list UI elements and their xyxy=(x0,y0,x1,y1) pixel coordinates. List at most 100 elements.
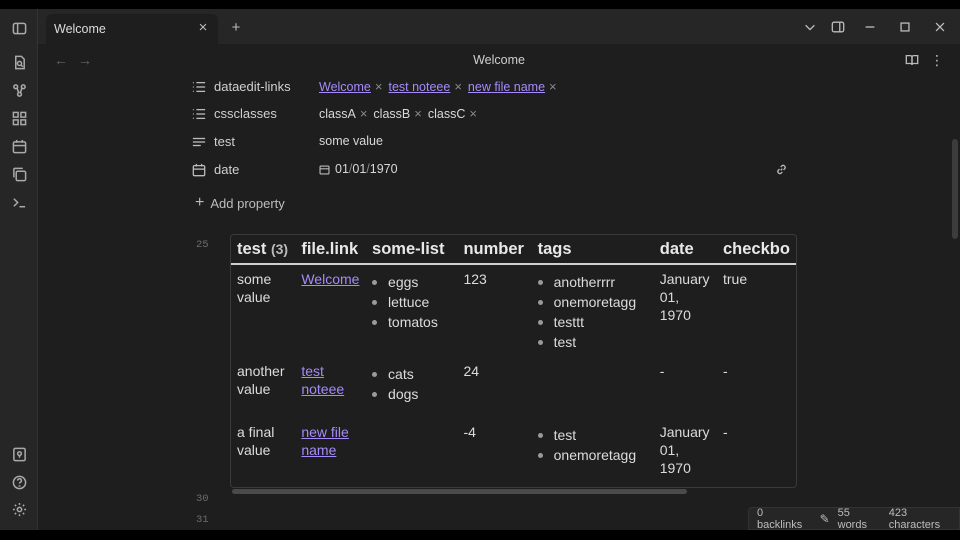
property-key[interactable]: test xyxy=(214,134,235,149)
list-item: anotherrrr xyxy=(537,272,648,292)
column-header-test[interactable]: test (3) xyxy=(231,235,296,265)
class-pill[interactable]: classA xyxy=(319,107,356,121)
remove-x-icon[interactable]: × xyxy=(414,106,422,121)
list-item: lettuce xyxy=(372,292,451,312)
column-header-tags[interactable]: tags xyxy=(531,235,654,265)
table-row: another value test noteee cats dogs 24 -… xyxy=(231,357,796,418)
cell-date: - xyxy=(659,363,665,379)
view-title: Welcome xyxy=(473,53,525,67)
tab-label: Welcome xyxy=(54,22,106,36)
add-property-button[interactable]: + Add property xyxy=(195,194,285,212)
calendar-icon[interactable] xyxy=(9,136,29,156)
chevron-down-icon[interactable] xyxy=(801,18,819,36)
left-ribbon xyxy=(0,9,38,530)
calendar-icon xyxy=(192,163,208,179)
table-row: a final value new file name -4 test onem… xyxy=(231,418,796,482)
dataview-table-container[interactable]: test (3) file.link some-list number tags… xyxy=(230,234,797,488)
table-row: some value Welcome eggs lettuce tomatos … xyxy=(231,264,796,357)
property-dataedit-links: dataedit-links Welcome × test noteee × new… xyxy=(192,75,792,101)
column-header-date[interactable]: date xyxy=(653,235,717,265)
date-day[interactable]: 01 xyxy=(352,162,366,176)
cell-date: January 01, 1970 xyxy=(659,271,710,323)
cell-file-link: Welcome xyxy=(295,264,366,357)
cell-test: some value xyxy=(237,271,272,305)
column-header-some-list[interactable]: some-list xyxy=(366,235,458,265)
settings-gear-icon[interactable] xyxy=(9,499,29,519)
property-key[interactable]: dataedit-links xyxy=(214,79,291,94)
property-key[interactable]: cssclasses xyxy=(214,106,277,121)
remove-x-icon[interactable]: × xyxy=(360,106,368,121)
backlinks-count[interactable]: 0 backlinks xyxy=(757,507,810,531)
list-item: onemoretagg xyxy=(537,292,648,312)
status-bar: 0 backlinks ✎ 55 words 423 characters xyxy=(748,507,960,530)
date-year[interactable]: 1970 xyxy=(370,162,398,176)
property-value-text[interactable]: some value xyxy=(319,134,383,148)
column-header-file-link[interactable]: file.link xyxy=(295,235,367,265)
column-header-checkbox[interactable]: checkbo xyxy=(716,235,796,265)
templates-icon[interactable] xyxy=(9,164,29,184)
word-count: 55 words xyxy=(837,506,867,531)
cell-number: -4 xyxy=(463,424,476,440)
editor-vertical-scrollbar[interactable] xyxy=(952,139,958,239)
close-icon[interactable]: × xyxy=(196,20,210,35)
help-icon[interactable] xyxy=(9,472,29,492)
property-test: test some value xyxy=(192,130,792,156)
file-link[interactable]: test noteee xyxy=(301,363,344,397)
list-item: cats xyxy=(372,364,451,384)
minimize-icon[interactable] xyxy=(861,18,879,36)
list-item: test xyxy=(537,332,648,352)
cell-test: another value xyxy=(237,363,285,397)
view-header: ← → Welcome ⋮ xyxy=(38,44,960,76)
tab-welcome[interactable]: Welcome × xyxy=(46,14,218,44)
link-chain-icon[interactable] xyxy=(775,163,788,179)
plus-icon: + xyxy=(195,194,205,211)
property-cssclasses: cssclasses classA × classB × classC × xyxy=(192,102,792,128)
cell-test: a final value xyxy=(237,424,275,458)
command-palette-icon[interactable] xyxy=(9,192,29,212)
open-quick-switcher-icon[interactable] xyxy=(9,52,29,72)
vault-switcher-icon[interactable] xyxy=(9,444,29,464)
date-input[interactable]: 01/01/1970 xyxy=(319,162,398,176)
property-value-classes[interactable]: classA × classB × classC × xyxy=(319,106,483,121)
link-pill[interactable]: Welcome xyxy=(319,80,371,94)
calendar-icon[interactable] xyxy=(319,164,330,175)
remove-x-icon[interactable]: × xyxy=(375,79,383,94)
line-number: 25 xyxy=(196,239,209,251)
reading-view-book-icon[interactable] xyxy=(903,51,921,69)
maximize-icon[interactable] xyxy=(896,18,914,36)
remove-x-icon[interactable]: × xyxy=(549,79,557,94)
remove-x-icon[interactable]: × xyxy=(454,79,462,94)
right-sidebar-toggle-icon[interactable] xyxy=(829,18,847,36)
date-month[interactable]: 01 xyxy=(335,162,349,176)
class-pill[interactable]: classC xyxy=(428,107,466,121)
property-key[interactable]: date xyxy=(214,162,239,177)
property-date: date 01/01/1970 xyxy=(192,158,792,184)
canvas-icon[interactable] xyxy=(9,108,29,128)
line-number: 31 xyxy=(196,514,209,526)
new-tab-plus-icon[interactable]: + xyxy=(227,18,245,36)
cell-tags: test onemoretagg xyxy=(532,418,654,482)
add-property-label: Add property xyxy=(210,195,285,211)
property-value-links[interactable]: Welcome × test noteee × new file name × xyxy=(319,79,563,94)
cell-tags: anotherrrr onemoretagg testtt test xyxy=(532,264,654,357)
edit-pencil-icon[interactable]: ✎ xyxy=(820,512,830,526)
list-item: dogs xyxy=(372,384,451,404)
cell-date: January 01, 1970 xyxy=(659,424,710,476)
cell-file-link: test noteee xyxy=(295,357,366,418)
cell-some-list xyxy=(366,418,457,482)
file-link[interactable]: Welcome xyxy=(301,271,359,287)
cell-tags xyxy=(532,357,654,418)
link-pill[interactable]: test noteee xyxy=(388,80,450,94)
column-header-number[interactable]: number xyxy=(457,235,532,265)
app-window: Welcome × + ← → Welcome ⋮ dataedit-links… xyxy=(0,9,960,530)
link-pill[interactable]: new file name xyxy=(468,80,545,94)
file-link[interactable]: new file name xyxy=(301,424,348,458)
window-close-icon[interactable] xyxy=(931,18,949,36)
line-number: 30 xyxy=(196,493,209,505)
table-horizontal-scrollbar[interactable] xyxy=(232,489,687,494)
remove-x-icon[interactable]: × xyxy=(469,106,477,121)
sidebar-toggle-icon[interactable] xyxy=(9,18,29,38)
class-pill[interactable]: classB xyxy=(373,107,410,121)
graph-view-icon[interactable] xyxy=(9,80,29,100)
more-options-icon[interactable]: ⋮ xyxy=(928,51,946,69)
